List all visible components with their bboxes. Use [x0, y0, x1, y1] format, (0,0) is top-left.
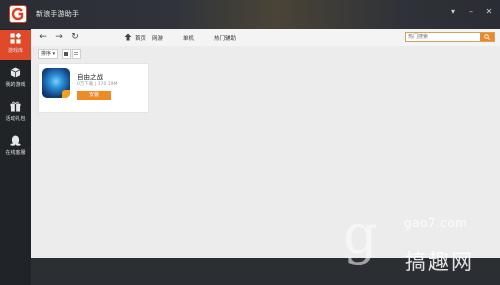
forward-icon[interactable]: → [54, 32, 64, 42]
app-logo-icon [9, 5, 27, 23]
gift-icon [10, 101, 21, 112]
watermark-text: 搞趣网 [405, 250, 474, 274]
grid-plus-icon [10, 33, 21, 44]
sidebar-item-label: 在线客服 [5, 150, 26, 156]
install-button[interactable]: 安装 [77, 91, 111, 100]
search-input[interactable] [408, 33, 478, 41]
watermark-url: gao7.com [404, 216, 468, 230]
sidebar: 游戏库 我的游戏 活动礼包 在线客服 [0, 29, 31, 285]
refresh-icon[interactable]: ↻ [70, 32, 80, 42]
menu-dropdown-icon[interactable]: ▾ [448, 7, 458, 17]
back-icon[interactable]: ← [38, 32, 48, 42]
home-arrow-icon[interactable] [124, 33, 132, 41]
game-name[interactable]: 自由之战 [77, 71, 103, 81]
sidebar-item-label: 我的游戏 [5, 82, 26, 88]
search-button[interactable] [480, 33, 494, 41]
sidebar-item-label: 游戏库 [7, 48, 23, 54]
title-bar[interactable]: 新浪手游助手 ▾ – ✕ [0, 0, 500, 29]
app-window: 新浪手游助手 ▾ – ✕ 游戏库 我的游戏 活动礼包 在线客服 ← → ↻ 首页… [0, 0, 500, 285]
cube-icon [10, 67, 21, 78]
sidebar-item-game-library[interactable]: 游戏库 [0, 30, 31, 60]
game-card[interactable]: 自由之战 0万下载 | 170.19M 安装 [38, 63, 149, 113]
tab-single-player[interactable]: 单机 [183, 34, 194, 42]
watermark-logo: g [343, 203, 378, 266]
game-icon[interactable] [42, 68, 70, 98]
badge-icon [62, 90, 70, 98]
tab-online-games[interactable]: 网游 [152, 34, 163, 42]
sidebar-item-label: 活动礼包 [5, 116, 26, 122]
window-controls: ▾ – ✕ [448, 7, 494, 17]
game-stats: 0万下载 | 170.19M [77, 82, 118, 87]
sidebar-item-my-games[interactable]: 我的游戏 [0, 64, 31, 94]
tab-hot-assist[interactable]: 热门辅助 [214, 34, 236, 42]
tab-home[interactable]: 首页 [135, 34, 146, 42]
app-title: 新浪手游助手 [36, 10, 80, 18]
close-icon[interactable]: ✕ [484, 7, 494, 17]
chat-penguin-icon [10, 135, 21, 146]
search-box [405, 32, 495, 42]
sidebar-item-gift-packs[interactable]: 活动礼包 [0, 98, 31, 128]
list-view-icon[interactable] [72, 49, 81, 59]
sort-dropdown[interactable]: 排序 ▾ [38, 49, 59, 59]
toolbar: ← → ↻ 首页 网游 单机 热门辅助 [31, 29, 500, 47]
sidebar-item-customer-service[interactable]: 在线客服 [0, 132, 31, 162]
search-icon [484, 34, 490, 40]
minimize-icon[interactable]: – [466, 7, 476, 17]
grid-view-icon[interactable] [62, 49, 71, 59]
